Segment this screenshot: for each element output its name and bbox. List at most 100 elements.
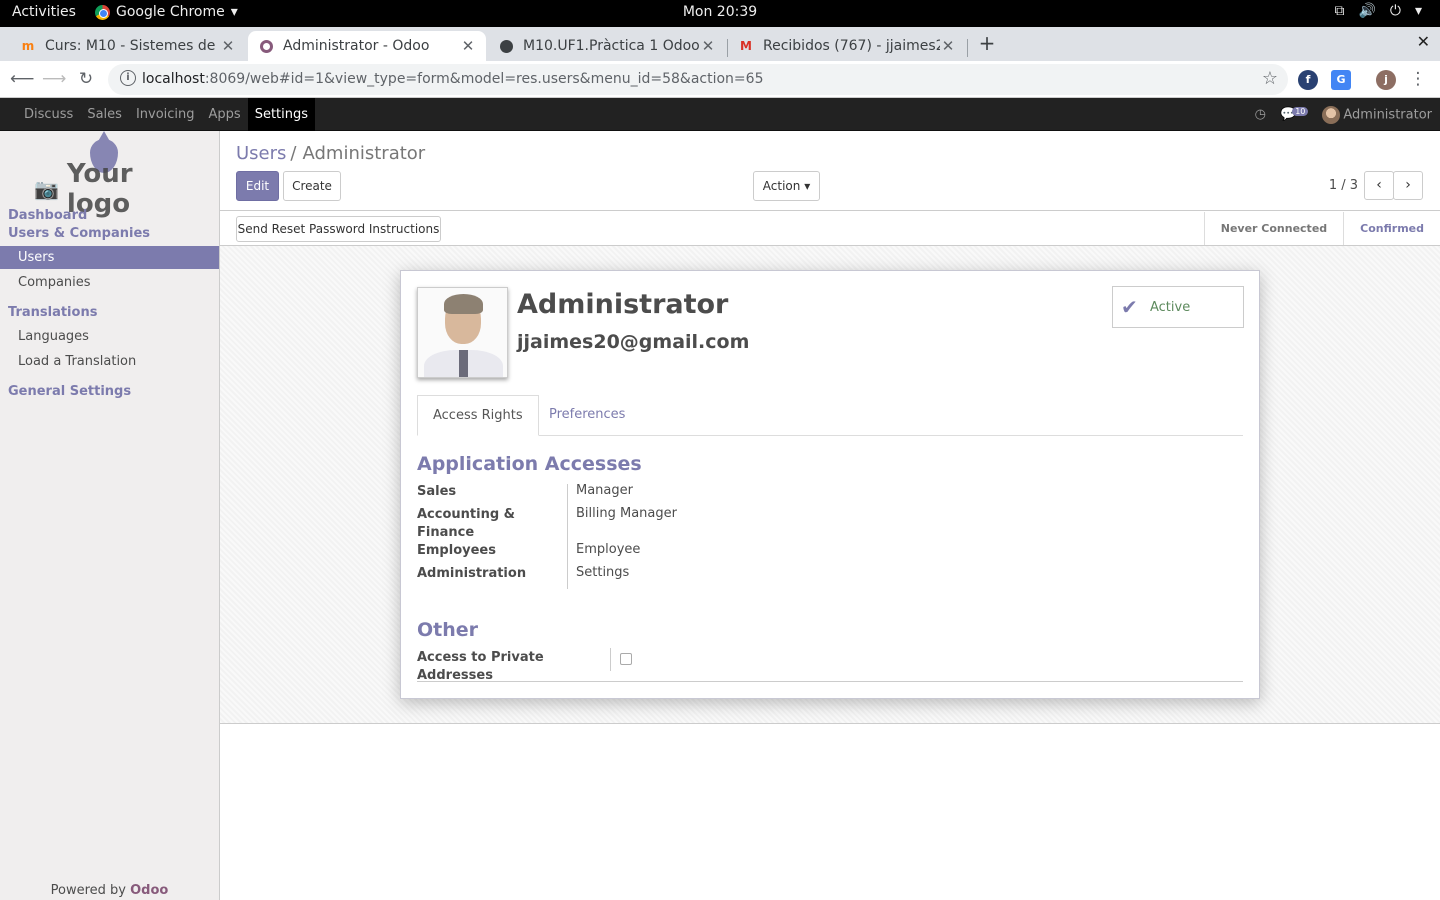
field-value-accounting[interactable]: Billing Manager xyxy=(576,506,677,521)
field-separator-line xyxy=(610,648,611,671)
field-label-employees: Employees xyxy=(417,543,496,558)
active-label: Active xyxy=(1150,300,1191,315)
field-label-sales: Sales xyxy=(417,484,457,499)
sidebar-section-translations[interactable]: Translations xyxy=(8,305,97,320)
active-toggle-button[interactable]: ✔ Active xyxy=(1112,286,1244,328)
browser-tab-active[interactable]: Administrator - Odoo ✕ xyxy=(248,31,486,61)
chevron-left-icon: ‹ xyxy=(1376,177,1382,193)
user-name: Administrator xyxy=(1343,107,1432,122)
create-button[interactable]: Create xyxy=(283,171,341,201)
bookmark-star-icon[interactable]: ☆ xyxy=(1262,68,1278,89)
check-icon: ✔ xyxy=(1121,295,1138,319)
field-value-administration[interactable]: Settings xyxy=(576,565,629,580)
app-menu-label: Google Chrome xyxy=(116,4,225,20)
address-bar[interactable]: i localhost:8069/web#id=1&view_type=form… xyxy=(108,64,1288,95)
edit-button[interactable]: Edit xyxy=(236,171,279,201)
sidebar-section-users-companies[interactable]: Users & Companies xyxy=(8,226,150,241)
close-icon[interactable]: ✕ xyxy=(460,37,476,55)
browser-toolbar: ⟵ ⟶ ↻ i localhost:8069/web#id=1&view_typ… xyxy=(0,61,1440,98)
fedora-extension-icon[interactable]: f xyxy=(1298,70,1318,90)
menu-invoicing[interactable]: Invoicing xyxy=(129,98,202,131)
browser-tab-strip: m Curs: M10 - Sistemes de G ✕ Administra… xyxy=(0,27,1440,61)
sidebar-item-load-translation[interactable]: Load a Translation xyxy=(0,350,219,373)
status-confirmed: Confirmed xyxy=(1343,212,1440,245)
sidebar-item-languages[interactable]: Languages xyxy=(0,325,219,348)
form-statusbar: Send Reset Password Instructions Never C… xyxy=(220,212,1440,246)
pager-next-button[interactable]: › xyxy=(1393,171,1423,200)
sidebar-section-dashboard[interactable]: Dashboard xyxy=(8,208,87,223)
profile-initial: j xyxy=(1384,73,1388,86)
tab-title: Curs: M10 - Sistemes de G xyxy=(45,38,220,54)
user-menu[interactable]: Administrator xyxy=(1322,105,1432,124)
action-dropdown[interactable]: Action ▾ xyxy=(753,171,820,201)
menu-settings[interactable]: Settings xyxy=(247,98,316,131)
network-icon: ⧉ xyxy=(1334,3,1345,19)
system-top-bar: Activities Google Chrome ▾ Mon 20:39 ⧉ 🔊… xyxy=(0,0,1440,27)
status-steps: Never Connected Confirmed xyxy=(1203,212,1440,245)
close-icon[interactable]: ✕ xyxy=(220,37,236,55)
sidebar-item-users[interactable]: Users xyxy=(0,246,219,269)
chevron-down-icon: ▾ xyxy=(1414,3,1422,19)
info-icon[interactable]: i xyxy=(120,70,136,86)
menu-sales[interactable]: Sales xyxy=(80,98,129,131)
user-name-field: Administrator xyxy=(517,289,729,320)
url-host: localhost xyxy=(142,71,205,87)
browser-tab[interactable]: M10.UF1.Pràctica 1 Odoo. ✕ xyxy=(488,31,726,61)
pager-value[interactable]: 1 / 3 xyxy=(1329,178,1358,193)
tab-title: Administrator - Odoo xyxy=(283,38,430,54)
app-menu[interactable]: Google Chrome ▾ xyxy=(95,4,238,20)
action-label: Action xyxy=(762,179,801,193)
chrome-icon xyxy=(95,4,110,20)
tab-separator xyxy=(967,39,968,57)
menu-apps[interactable]: Apps xyxy=(202,98,248,131)
settings-sidebar: 📷 Your logo Dashboard Users & Companies U… xyxy=(0,131,220,900)
reload-button[interactable]: ↻ xyxy=(74,67,98,91)
caret-down-icon: ▾ xyxy=(804,179,811,193)
sidebar-section-general-settings[interactable]: General Settings xyxy=(8,384,131,399)
url-text: localhost:8069/web#id=1&view_type=form&m… xyxy=(142,71,763,87)
browser-menu-icon[interactable]: ⋮ xyxy=(1406,67,1430,91)
user-avatar-image[interactable] xyxy=(417,287,508,378)
forward-button[interactable]: ⟶ xyxy=(42,67,66,91)
chevron-right-icon: › xyxy=(1405,177,1411,193)
sidebar-item-companies[interactable]: Companies xyxy=(0,271,219,294)
breadcrumb: Users / Administrator xyxy=(236,143,425,164)
window-close-button[interactable]: ✕ xyxy=(1417,32,1430,51)
field-label-accounting: Accounting & Finance xyxy=(417,507,516,540)
pager-previous-button[interactable]: ‹ xyxy=(1364,171,1394,200)
power-icon: ⏻ xyxy=(1389,3,1401,19)
clock[interactable]: Mon 20:39 xyxy=(683,4,757,20)
field-value-sales[interactable]: Manager xyxy=(576,483,633,498)
odoo-link[interactable]: Odoo xyxy=(130,883,168,898)
menu-discuss[interactable]: Discuss xyxy=(17,98,80,131)
volume-icon: 🔊 xyxy=(1358,3,1376,19)
powered-by: Powered by Odoo xyxy=(0,883,219,898)
new-tab-button[interactable]: + xyxy=(977,32,997,56)
url-path: :8069/web#id=1&view_type=form&model=res.… xyxy=(204,71,764,87)
user-form-sheet: Administrator jjaimes20@gmail.com ✔ Acti… xyxy=(400,270,1260,699)
tab-preferences[interactable]: Preferences xyxy=(534,395,640,436)
back-button[interactable]: ⟵ xyxy=(10,67,34,91)
activities-button[interactable]: Activities xyxy=(12,4,76,20)
field-value-employees[interactable]: Employee xyxy=(576,542,640,557)
close-icon[interactable]: ✕ xyxy=(700,37,716,55)
send-reset-password-button[interactable]: Send Reset Password Instructions xyxy=(236,216,441,242)
private-addresses-checkbox[interactable] xyxy=(620,653,632,665)
powered-by-text: Powered by xyxy=(50,883,131,898)
system-tray[interactable]: ⧉ 🔊 ⏻ ▾ xyxy=(1334,3,1422,19)
odoo-icon xyxy=(258,38,274,54)
browser-tab[interactable]: M Recibidos (767) - jjaimes2( ✕ xyxy=(728,31,966,61)
breadcrumb-users-link[interactable]: Users xyxy=(236,143,286,164)
company-logo[interactable]: 📷 Your logo xyxy=(30,131,200,219)
messages-menu[interactable]: 💬10 xyxy=(1280,107,1309,122)
application-accesses-title: Application Accesses xyxy=(417,453,642,475)
browser-tab[interactable]: m Curs: M10 - Sistemes de G ✕ xyxy=(10,31,246,61)
form-notebook-tabs: Access Rights Preferences xyxy=(417,395,1243,436)
globe-icon xyxy=(498,38,514,54)
profile-avatar[interactable]: j xyxy=(1376,70,1396,90)
tab-access-rights[interactable]: Access Rights xyxy=(417,395,539,436)
translate-extension-icon[interactable]: G xyxy=(1331,70,1351,90)
breadcrumb-separator: / xyxy=(290,143,297,164)
activity-clock-icon[interactable]: ◷ xyxy=(1255,107,1266,122)
close-icon[interactable]: ✕ xyxy=(940,37,956,55)
